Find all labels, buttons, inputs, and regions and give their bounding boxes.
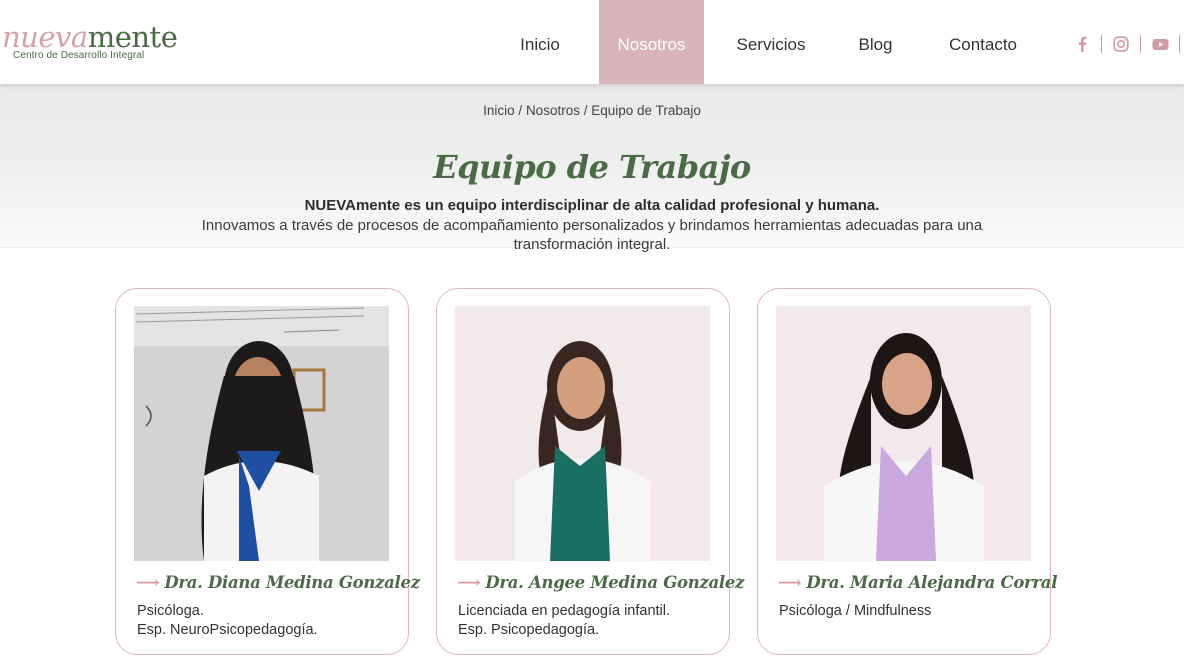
nav-contacto[interactable]: Contacto bbox=[930, 0, 1036, 84]
page-title: Equipo de Trabajo bbox=[433, 148, 751, 186]
instagram-icon[interactable] bbox=[1111, 34, 1131, 54]
social-divider bbox=[1101, 35, 1102, 53]
team-photo bbox=[776, 306, 1031, 561]
arrow-right-icon: ⟶ bbox=[778, 573, 802, 592]
social-divider bbox=[1179, 35, 1180, 53]
team-member-name: ⟶ Dra. Maria Alejandra Corral bbox=[778, 573, 1058, 592]
breadcrumb: Inicio / Nosotros / Equipo de Trabajo bbox=[0, 103, 1184, 118]
team-member-name: ⟶ Dra. Diana Medina Gonzalez bbox=[136, 573, 420, 592]
nav-nosotros[interactable]: Nosotros bbox=[599, 0, 704, 84]
breadcrumb-current: Equipo de Trabajo bbox=[591, 103, 701, 118]
breadcrumb-separator: / bbox=[518, 103, 523, 118]
team-member-role: Licenciada en pedagogía infantil. Esp. P… bbox=[458, 603, 671, 638]
page-description: Innovamos a través de procesos de acompa… bbox=[201, 217, 983, 253]
social-divider bbox=[1140, 35, 1141, 53]
logo-tagline: Centro de Desarrollo Integral bbox=[13, 50, 145, 61]
arrow-right-icon: ⟶ bbox=[136, 573, 160, 592]
arrow-right-icon: ⟶ bbox=[457, 573, 481, 592]
facebook-icon[interactable] bbox=[1072, 34, 1092, 54]
team-card: ⟶ Dra. Diana Medina Gonzalez Psicóloga. E… bbox=[115, 288, 420, 655]
team-photo bbox=[455, 306, 710, 561]
page-lead: NUEVAmente es un equipo interdisciplinar… bbox=[304, 197, 880, 214]
youtube-icon[interactable] bbox=[1150, 34, 1170, 54]
team-member-role: Psicóloga / Mindfulness bbox=[779, 603, 932, 619]
logo-wordmark: nuevamente bbox=[2, 20, 178, 54]
breadcrumb-section[interactable]: Nosotros bbox=[526, 103, 580, 118]
breadcrumb-home[interactable]: Inicio bbox=[483, 103, 515, 118]
team-card: ⟶ Dra. Maria Alejandra Corral Psicóloga /… bbox=[757, 288, 1057, 655]
social-links bbox=[1072, 34, 1184, 54]
team-photo bbox=[134, 306, 389, 561]
team-card: ⟶ Dra. Angee Medina Gonzalez Licenciada e… bbox=[436, 288, 744, 655]
site-header: nuevamente Centro de Desarrollo Integral… bbox=[0, 0, 1184, 84]
team-member-name: ⟶ Dra. Angee Medina Gonzalez bbox=[457, 573, 745, 592]
nav-inicio[interactable]: Inicio bbox=[500, 0, 580, 84]
nav-blog[interactable]: Blog bbox=[845, 0, 906, 84]
logo[interactable]: nuevamente Centro de Desarrollo Integral bbox=[2, 20, 178, 61]
team-member-role: Psicóloga. Esp. NeuroPsicopedagogía. bbox=[137, 603, 318, 638]
nav-servicios[interactable]: Servicios bbox=[720, 0, 822, 84]
breadcrumb-separator: / bbox=[583, 103, 588, 118]
